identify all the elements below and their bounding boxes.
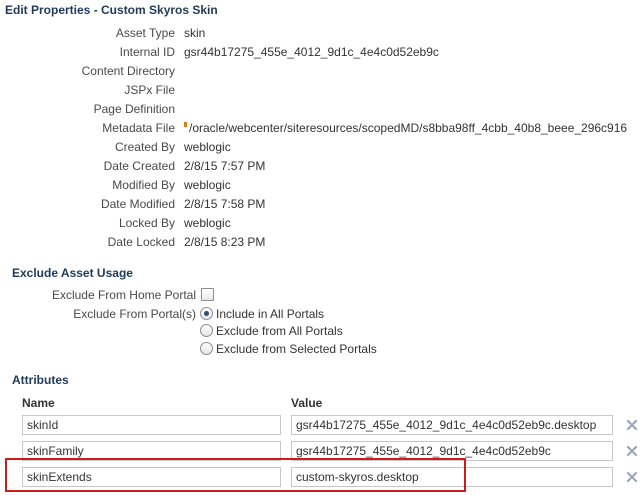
property-label: Locked By [118, 216, 175, 230]
property-row-date-locked: Date Locked 2/8/15 8:23 PM [0, 233, 643, 252]
property-label: Content Directory [81, 64, 175, 78]
property-value: weblogic [184, 178, 231, 192]
metadata-file-path: /oracle/webcenter/siteresources/scopedMD… [189, 121, 628, 135]
attribute-row-skinfamily: skinFamily gsr44b17275_455e_4012_9d1c_4e… [0, 441, 643, 463]
delete-x-icon[interactable] [626, 471, 638, 483]
exclude-home-portal-checkbox[interactable] [201, 288, 214, 301]
property-label: Modified By [112, 178, 175, 192]
property-label: Date Created [103, 159, 175, 173]
exclude-home-portal-row: Exclude From Home Portal [0, 286, 643, 304]
property-value: weblogic [184, 216, 231, 230]
property-label: JSPx File [124, 83, 175, 97]
property-row-modified-by: Modified By weblogic [0, 176, 643, 195]
property-label: Page Definition [93, 102, 175, 116]
radio-label: Exclude from Selected Portals [216, 342, 377, 356]
attribute-row-skinextends: skinExtends custom-skyros.desktop [0, 467, 643, 489]
delete-x-icon[interactable] [626, 419, 638, 431]
radio-button-selected[interactable] [200, 307, 213, 320]
property-label: Asset Type [115, 26, 175, 40]
property-value: gsr44b17275_455e_4012_9d1c_4e4c0d52eb9c [184, 45, 439, 59]
column-header-value: Value [291, 396, 323, 410]
section-title-exclude: Exclude Asset Usage [12, 266, 133, 280]
property-value: weblogic [184, 140, 231, 154]
radio-label: Exclude from All Portals [216, 324, 343, 338]
property-value: 2/8/15 7:58 PM [184, 197, 266, 211]
property-row-content-directory: Content Directory [0, 62, 643, 81]
property-row-page-definition: Page Definition [0, 100, 643, 119]
property-row-asset-type: Asset Type skin [0, 24, 643, 43]
page-title: Edit Properties - Custom Skyros Skin [5, 3, 218, 17]
property-row-locked-by: Locked By weblogic [0, 214, 643, 233]
exclude-home-portal-label: Exclude From Home Portal [51, 288, 196, 302]
attribute-name-input[interactable]: skinId [22, 415, 281, 435]
attribute-name-input[interactable]: skinFamily [22, 441, 281, 461]
column-header-name: Name [22, 396, 55, 410]
property-label: Metadata File [102, 121, 175, 135]
modified-marker-icon [184, 122, 187, 127]
property-label: Date Locked [107, 235, 175, 249]
radio-button[interactable] [200, 342, 213, 355]
property-value: skin [184, 26, 206, 40]
property-row-date-created: Date Created 2/8/15 7:57 PM [0, 157, 643, 176]
property-row-date-modified: Date Modified 2/8/15 7:58 PM [0, 195, 643, 214]
property-row-created-by: Created By weblogic [0, 138, 643, 157]
property-label: Internal ID [119, 45, 175, 59]
property-value: 2/8/15 7:57 PM [184, 159, 266, 173]
attribute-value-input[interactable]: gsr44b17275_455e_4012_9d1c_4e4c0d52eb9c.… [291, 415, 613, 435]
section-title-attributes: Attributes [12, 373, 69, 387]
radio-label: Include in All Portals [216, 307, 325, 321]
property-row-internal-id: Internal ID gsr44b17275_455e_4012_9d1c_4… [0, 43, 643, 62]
attribute-value-input[interactable]: gsr44b17275_455e_4012_9d1c_4e4c0d52eb9c [291, 441, 613, 461]
delete-x-icon[interactable] [626, 445, 638, 457]
exclude-portals-label: Exclude From Portal(s) [73, 307, 196, 321]
attribute-row-skinid: skinId gsr44b17275_455e_4012_9d1c_4e4c0d… [0, 415, 643, 437]
property-value: 2/8/15 8:23 PM [184, 235, 266, 249]
property-row-metadata-file: Metadata File /oracle/webcenter/sitereso… [0, 119, 643, 138]
attribute-value-input[interactable]: custom-skyros.desktop [291, 467, 613, 487]
property-row-jspx-file: JSPx File [0, 81, 643, 100]
property-label: Date Modified [100, 197, 175, 211]
attribute-name-input[interactable]: skinExtends [22, 467, 281, 487]
property-label: Created By [114, 140, 175, 154]
radio-button[interactable] [200, 324, 213, 337]
property-value-metadata: /oracle/webcenter/siteresources/scopedMD… [184, 119, 627, 138]
